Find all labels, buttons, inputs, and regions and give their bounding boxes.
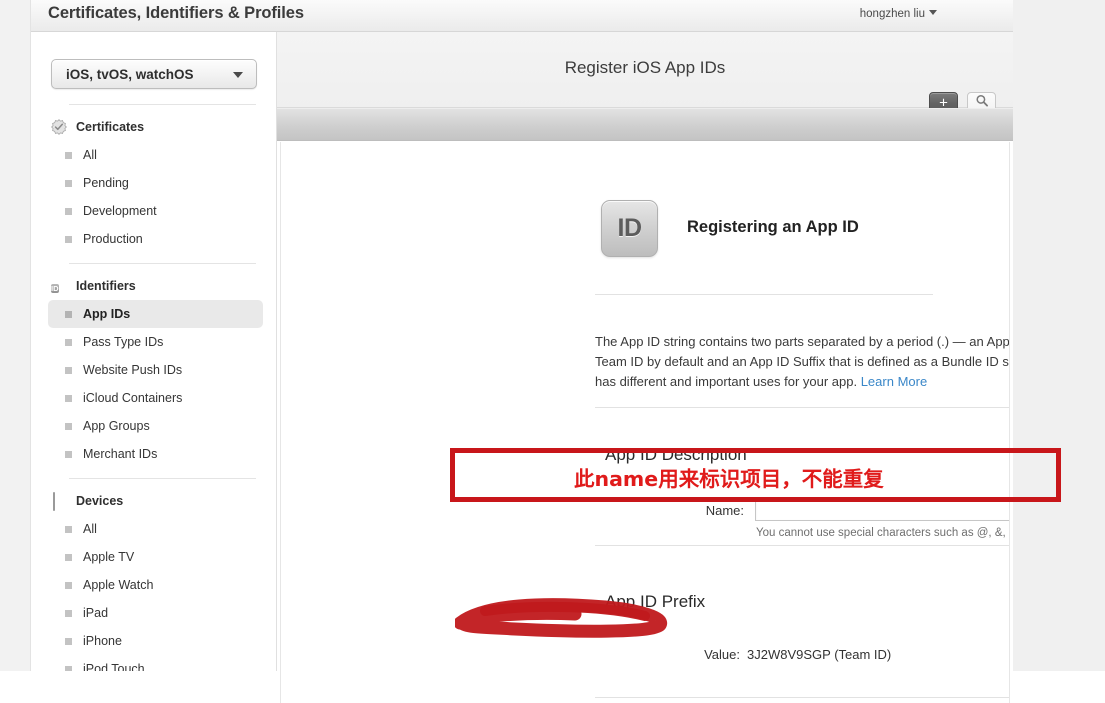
sidebar-item-label: Pass Type IDs <box>83 335 164 349</box>
sidebar-item-pass-type-ids[interactable]: Pass Type IDs <box>48 328 263 356</box>
sidebar-item-ipad[interactable]: iPad <box>48 599 263 627</box>
name-field-row: Name: You cannot use special characters … <box>595 497 1010 547</box>
bullet-icon <box>65 553 72 561</box>
chevron-down-icon <box>929 10 937 15</box>
device-icon <box>51 492 67 511</box>
bullet-icon <box>65 207 72 215</box>
app-window: Certificates, Identifiers & Profiles hon… <box>0 0 1105 703</box>
sidebar-item-label: iPod Touch <box>83 662 145 671</box>
prefix-field-row: Value: 3J2W8V9SGP (Team ID) <box>595 645 1009 669</box>
divider <box>595 697 1009 698</box>
divider <box>595 294 933 295</box>
card-heading: Registering an App ID <box>687 218 859 236</box>
sidebar-item-label: Apple TV <box>83 550 135 564</box>
sidebar-item-certificates-development[interactable]: Development <box>48 197 263 225</box>
sidebar-item-merchant-ids[interactable]: Merchant IDs <box>48 440 263 468</box>
right-padding <box>1013 0 1105 671</box>
sidebar-item-label: Development <box>83 204 157 218</box>
sidebar-item-website-push-ids[interactable]: Website Push IDs <box>48 356 263 384</box>
divider <box>595 407 1009 408</box>
sidebar-group-certificates: Certificates All Pending Development Pro… <box>31 105 276 253</box>
sidebar-item-label: App IDs <box>83 307 131 321</box>
bullet-icon <box>65 637 72 645</box>
sidebar-item-label: Website Push IDs <box>83 363 183 377</box>
sidebar-group-title: Identifiers <box>76 279 136 293</box>
sidebar-group-header: ID Identifiers <box>31 275 276 297</box>
page-title: Certificates, Identifiers & Profiles <box>48 4 304 22</box>
prefix-field-label: Value: <box>704 647 740 662</box>
sidebar-item-apple-watch[interactable]: Apple Watch <box>48 571 263 599</box>
sidebar-group-title: Certificates <box>76 120 145 134</box>
bullet-icon <box>65 394 72 402</box>
learn-more-link[interactable]: Learn More <box>861 374 927 389</box>
sidebar-group-title: Devices <box>76 494 124 508</box>
platform-selector-value: iOS, tvOS, watchOS <box>66 67 194 82</box>
bullet-icon <box>65 450 72 458</box>
sidebar-item-label: All <box>83 148 97 162</box>
intro-text: The App ID string contains two parts sep… <box>595 334 1010 389</box>
sidebar-item-label: iPad <box>83 606 109 620</box>
sidebar-item-label: Merchant IDs <box>83 447 158 461</box>
sidebar-item-apple-tv[interactable]: Apple TV <box>48 543 263 571</box>
global-header: Certificates, Identifiers & Profiles hon… <box>31 0 1013 32</box>
bullet-icon <box>65 310 72 318</box>
main-panel: Register iOS App IDs + ID Registering an… <box>277 32 1013 703</box>
name-field-label: Name: <box>705 503 744 518</box>
sidebar-item-certificates-production[interactable]: Production <box>48 225 263 253</box>
bullet-icon <box>65 665 72 671</box>
sidebar-item-label: All <box>83 522 97 536</box>
sidebar-item-label: iCloud Containers <box>83 391 183 405</box>
annotation-note-text: 此name用来标识项目，不能重复 <box>574 467 884 491</box>
name-field-help: You cannot use special characters such a… <box>756 527 1010 539</box>
intro-paragraph: The App ID string contains two parts sep… <box>595 332 1010 392</box>
user-menu[interactable]: hongzhen liu <box>860 8 937 20</box>
divider <box>595 545 1009 546</box>
bullet-icon <box>65 609 72 617</box>
platform-selector[interactable]: iOS, tvOS, watchOS <box>51 59 257 89</box>
app-id-badge-icon: ID <box>601 200 658 257</box>
app-id-badge-text: ID <box>617 214 643 242</box>
user-menu-label: hongzhen liu <box>859 8 925 20</box>
bullet-icon <box>65 366 72 374</box>
sidebar-item-label: Production <box>83 232 143 246</box>
bullet-icon <box>65 179 72 187</box>
bullet-icon <box>65 422 72 430</box>
sidebar-group-devices: Devices All Apple TV Apple Watch iPad iP… <box>31 479 276 671</box>
bullet-icon <box>65 338 72 346</box>
id-badge-icon: ID <box>51 278 67 294</box>
chevron-down-icon <box>233 72 243 78</box>
sidebar-nav[interactable]: Certificates All Pending Development Pro… <box>31 104 276 671</box>
sidebar-item-label: Pending <box>83 176 129 190</box>
sidebar-item-app-groups[interactable]: App Groups <box>48 412 263 440</box>
sidebar-group-header: Devices <box>31 490 276 512</box>
main-title: Register iOS App IDs <box>564 58 726 77</box>
sidebar-item-certificates-all[interactable]: All <box>48 141 263 169</box>
sidebar-item-label: Apple Watch <box>83 578 154 592</box>
sidebar-item-devices-all[interactable]: All <box>48 515 263 543</box>
id-badge-text: ID <box>51 284 59 293</box>
sidebar-item-label: iPhone <box>83 634 122 648</box>
certificate-seal-icon <box>51 119 67 135</box>
bullet-icon <box>65 235 72 243</box>
toolbar-band <box>277 108 1013 141</box>
sidebar-item-iphone[interactable]: iPhone <box>48 627 263 655</box>
bullet-icon <box>65 581 72 589</box>
prefix-field-value: 3J2W8V9SGP (Team ID) <box>747 647 892 662</box>
sidebar-item-label: App Groups <box>83 419 150 433</box>
sidebar-item-certificates-pending[interactable]: Pending <box>48 169 263 197</box>
sidebar: iOS, tvOS, watchOS Certificates All Pend… <box>31 32 277 671</box>
annotation-redaction-scribble <box>455 598 668 638</box>
sidebar-item-ipod-touch[interactable]: iPod Touch <box>48 655 263 671</box>
sidebar-group-identifiers: ID Identifiers App IDs Pass Type IDs Web… <box>31 264 276 468</box>
bullet-icon <box>65 525 72 533</box>
sidebar-item-icloud-containers[interactable]: iCloud Containers <box>48 384 263 412</box>
sidebar-group-header: Certificates <box>31 116 276 138</box>
sidebar-item-app-ids[interactable]: App IDs <box>48 300 263 328</box>
bullet-icon <box>65 151 72 159</box>
main-header: Register iOS App IDs + <box>277 32 1013 114</box>
left-gutter <box>0 0 30 671</box>
